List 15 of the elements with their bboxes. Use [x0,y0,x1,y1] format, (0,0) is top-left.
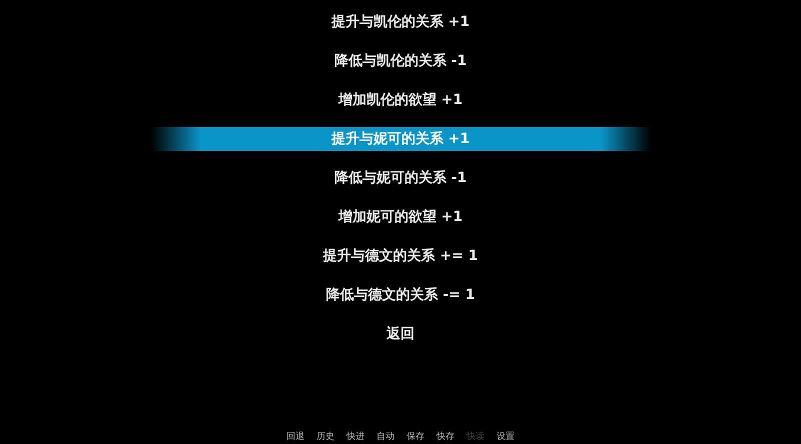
quick-menu-button[interactable]: 设置 [494,430,516,443]
choice-button[interactable]: 增加凯伦的欲望 +1 [326,88,475,112]
choice-button[interactable]: 提升与凯伦的关系 +1 [319,10,482,34]
quick-menu-button[interactable]: 快进 [344,430,366,443]
choice-button[interactable]: 提升与德文的关系 += 1 [311,244,490,268]
quick-menu-button[interactable]: 保存 [404,430,426,443]
quick-menu-button[interactable]: 回退 [284,430,306,443]
quick-menu-button[interactable]: 历史 [314,430,336,443]
choice-button[interactable]: 增加妮可的欲望 +1 [326,205,475,229]
choice-button[interactable]: 返回 [374,322,426,346]
choice-button[interactable]: 降低与妮可的关系 -1 [322,166,479,190]
choice-button[interactable]: 降低与凯伦的关系 -1 [322,49,479,73]
choice-button[interactable]: 降低与德文的关系 -= 1 [314,283,488,307]
quick-menu-button[interactable]: 自动 [374,430,396,443]
quick-menu-button[interactable]: 快存 [434,430,456,443]
